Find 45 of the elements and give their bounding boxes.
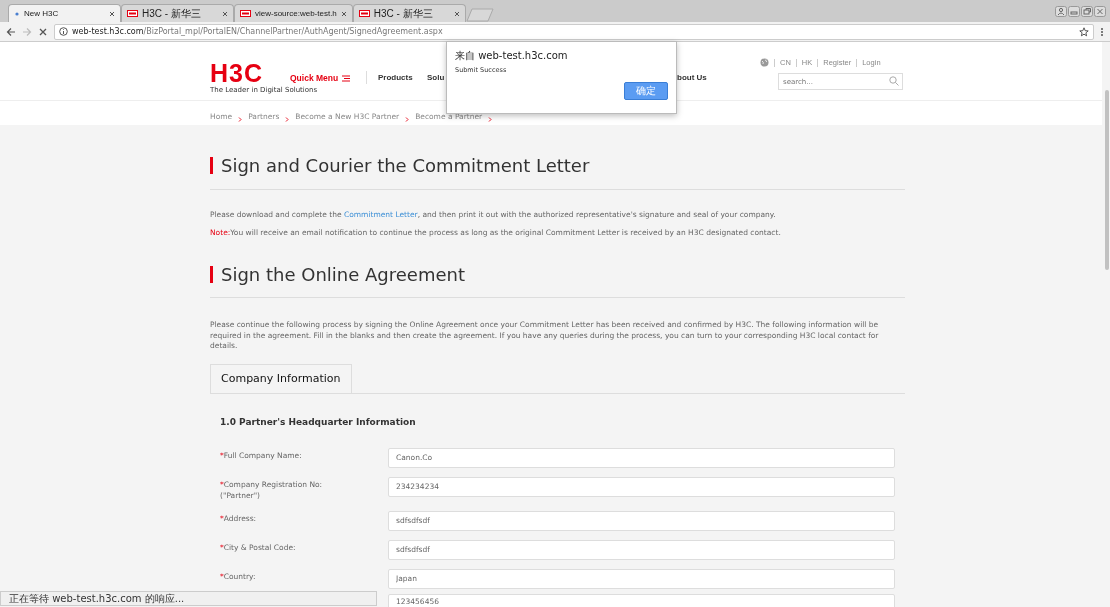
close-icon[interactable] [222,10,228,17]
tab-title: H3C - 新华三 [142,8,201,19]
menu-icon [342,74,351,82]
tab-title: view-source:web-test.h [255,8,337,18]
favicon-icon [240,10,251,17]
browser-tab[interactable]: view-source:web-test.h [234,4,353,22]
chevron-icon [285,117,290,122]
nav-link[interactable]: Solu [427,72,445,84]
close-icon[interactable] [340,10,347,17]
browser-tab[interactable]: H3C - 新华三 [121,4,234,22]
tab-title: H3C - 新华三 [373,8,433,19]
globe-icon[interactable] [760,58,769,68]
tab-title: New H3C [24,8,59,18]
nav-link[interactable]: Products [378,72,413,84]
restore-icon[interactable] [1081,5,1093,17]
scrollbar-thumb[interactable] [1105,90,1109,270]
back-icon[interactable] [6,26,16,37]
address-field[interactable]: web-test.h3c.com/BizPortal_mpl/PortalEN/ChannelPartner/AuthAgent/SignedAgreement.aspx [54,23,1094,40]
close-icon[interactable] [109,10,115,17]
favicon-icon [127,10,138,17]
browser-tab[interactable]: New H3C [8,4,121,22]
loading-icon [14,10,20,17]
status-bar: 正在等待 web-test.h3c.com 的响应... [0,591,377,606]
url-text: web-test.h3c.com/BizPortal_mpl/PortalEN/ChannelPartner/AuthAgent/SignedAgreement.aspx [72,25,443,38]
menu-icon[interactable] [1100,26,1104,37]
logo[interactable]: H3C [210,62,263,84]
dialog-title: 来自 web-test.h3c.com [455,50,569,62]
heading-marker [210,157,213,175]
info-icon [59,27,68,36]
section-title: Sign and Courier the Commitment Letter [221,155,590,177]
chevron-icon [238,117,243,122]
star-icon[interactable] [1079,26,1089,37]
chevron-icon [488,117,493,122]
form-tab[interactable]: Company Information [210,363,352,394]
stop-icon[interactable] [38,26,48,37]
section-title: Sign the Online Agreement [221,263,465,286]
form-subtitle: 1.0 Partner's Headquarter Information [219,416,417,430]
favicon-icon [358,10,370,17]
heading-marker [210,265,213,283]
minimize-icon[interactable] [1068,5,1080,17]
close-icon[interactable] [453,10,460,17]
chevron-icon [405,117,410,122]
user-icon[interactable] [1055,5,1067,17]
nav-link[interactable]: bout Us [677,72,707,84]
quick-menu-link[interactable]: Quick Menu [290,72,351,85]
